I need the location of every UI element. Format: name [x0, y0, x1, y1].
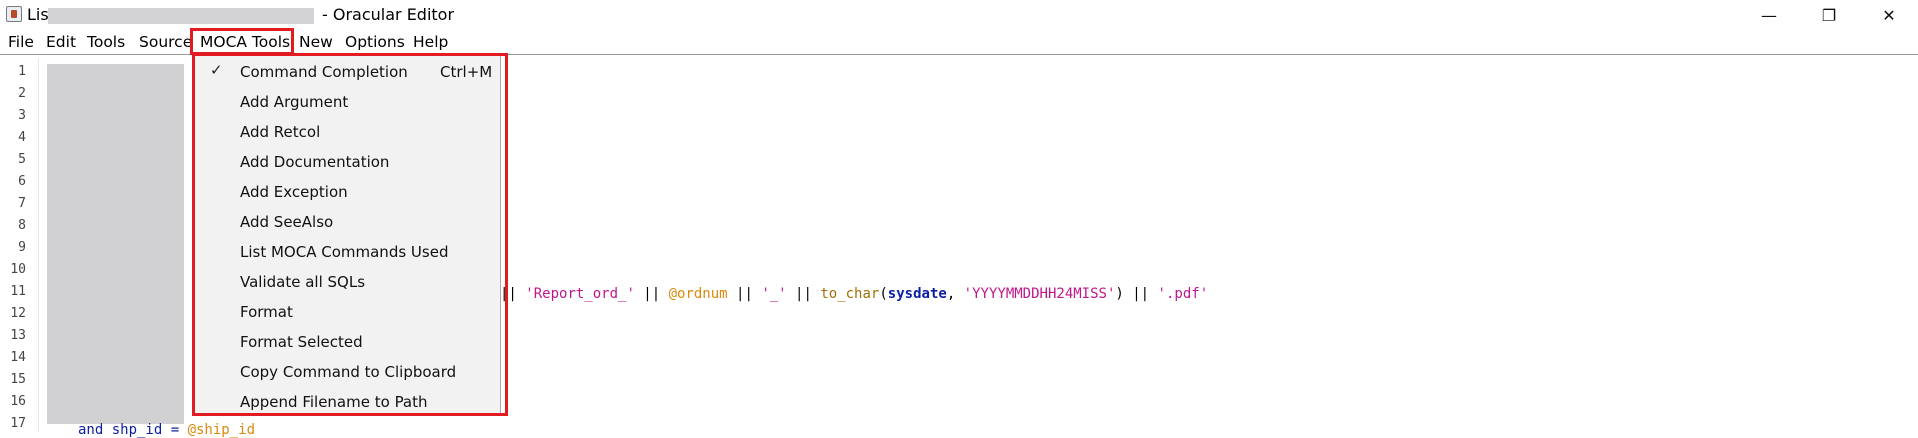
code-text: and shp_id =: [78, 422, 188, 438]
maximize-button[interactable]: ❐: [1799, 0, 1859, 30]
redacted-code-region: [47, 64, 184, 424]
line-number: 4: [18, 130, 26, 145]
title-bar: Lis - Oracular Editor — ❐ ✕: [0, 0, 1918, 30]
line-number: 8: [18, 218, 26, 233]
line-number: 14: [10, 350, 26, 365]
code-operator: ||: [727, 286, 762, 302]
line-number: 11: [10, 284, 26, 299]
line-number: 16: [10, 394, 26, 409]
code-operator: ||: [786, 286, 821, 302]
line-number: 13: [10, 328, 26, 343]
code-variable: @ordnum: [668, 286, 728, 302]
code-line-17: and shp_id = @ship_id: [78, 422, 255, 438]
menu-tools[interactable]: Tools: [87, 33, 125, 51]
code-string: '_': [761, 286, 787, 302]
code-paren: (: [879, 286, 888, 302]
code-paren: ): [1115, 286, 1124, 302]
code-variable: @ship_id: [187, 422, 256, 438]
window-title-suffix: - Oracular Editor: [322, 5, 455, 24]
code-function: to_char: [820, 286, 880, 302]
code-keyword: sysdate: [887, 286, 947, 302]
menu-options[interactable]: Options: [345, 33, 405, 51]
line-number: 5: [18, 152, 26, 167]
code-line-11: || 'Report_ord_' || @ordnum || '_' || to…: [500, 286, 1208, 302]
line-number: 10: [10, 262, 26, 277]
dropdown-highlight-box: [192, 53, 508, 416]
line-number: 15: [10, 372, 26, 387]
close-button[interactable]: ✕: [1859, 0, 1918, 30]
menu-help[interactable]: Help: [413, 33, 448, 51]
moca-tools-highlight-box: [190, 28, 294, 55]
java-app-icon: [6, 6, 22, 22]
line-number: 9: [18, 240, 26, 255]
minimize-button[interactable]: —: [1739, 0, 1799, 30]
menu-edit[interactable]: Edit: [46, 33, 76, 51]
code-operator: ||: [634, 286, 669, 302]
line-number: 3: [18, 108, 26, 123]
menu-source[interactable]: Source: [139, 33, 192, 51]
code-string: '.pdf': [1157, 286, 1209, 302]
code-operator: ||: [1123, 286, 1158, 302]
code-comma: ,: [946, 286, 964, 302]
line-number: 6: [18, 174, 26, 189]
line-number: 17: [10, 416, 26, 431]
line-number-gutter: 1 2 3 4 5 6 7 8 9 10 11 12 13 14 15 16 1…: [0, 58, 39, 432]
menu-new[interactable]: New: [299, 33, 333, 51]
redacted-title-region: [48, 8, 314, 24]
code-string: 'YYYYMMDDHH24MISS': [963, 286, 1116, 302]
line-number: 1: [18, 64, 26, 79]
line-number: 12: [10, 306, 26, 321]
menu-file[interactable]: File: [8, 33, 34, 51]
line-number: 7: [18, 196, 26, 211]
line-number: 2: [18, 86, 26, 101]
window-title-prefix: Lis: [27, 5, 49, 24]
code-string: 'Report_ord_': [525, 286, 635, 302]
